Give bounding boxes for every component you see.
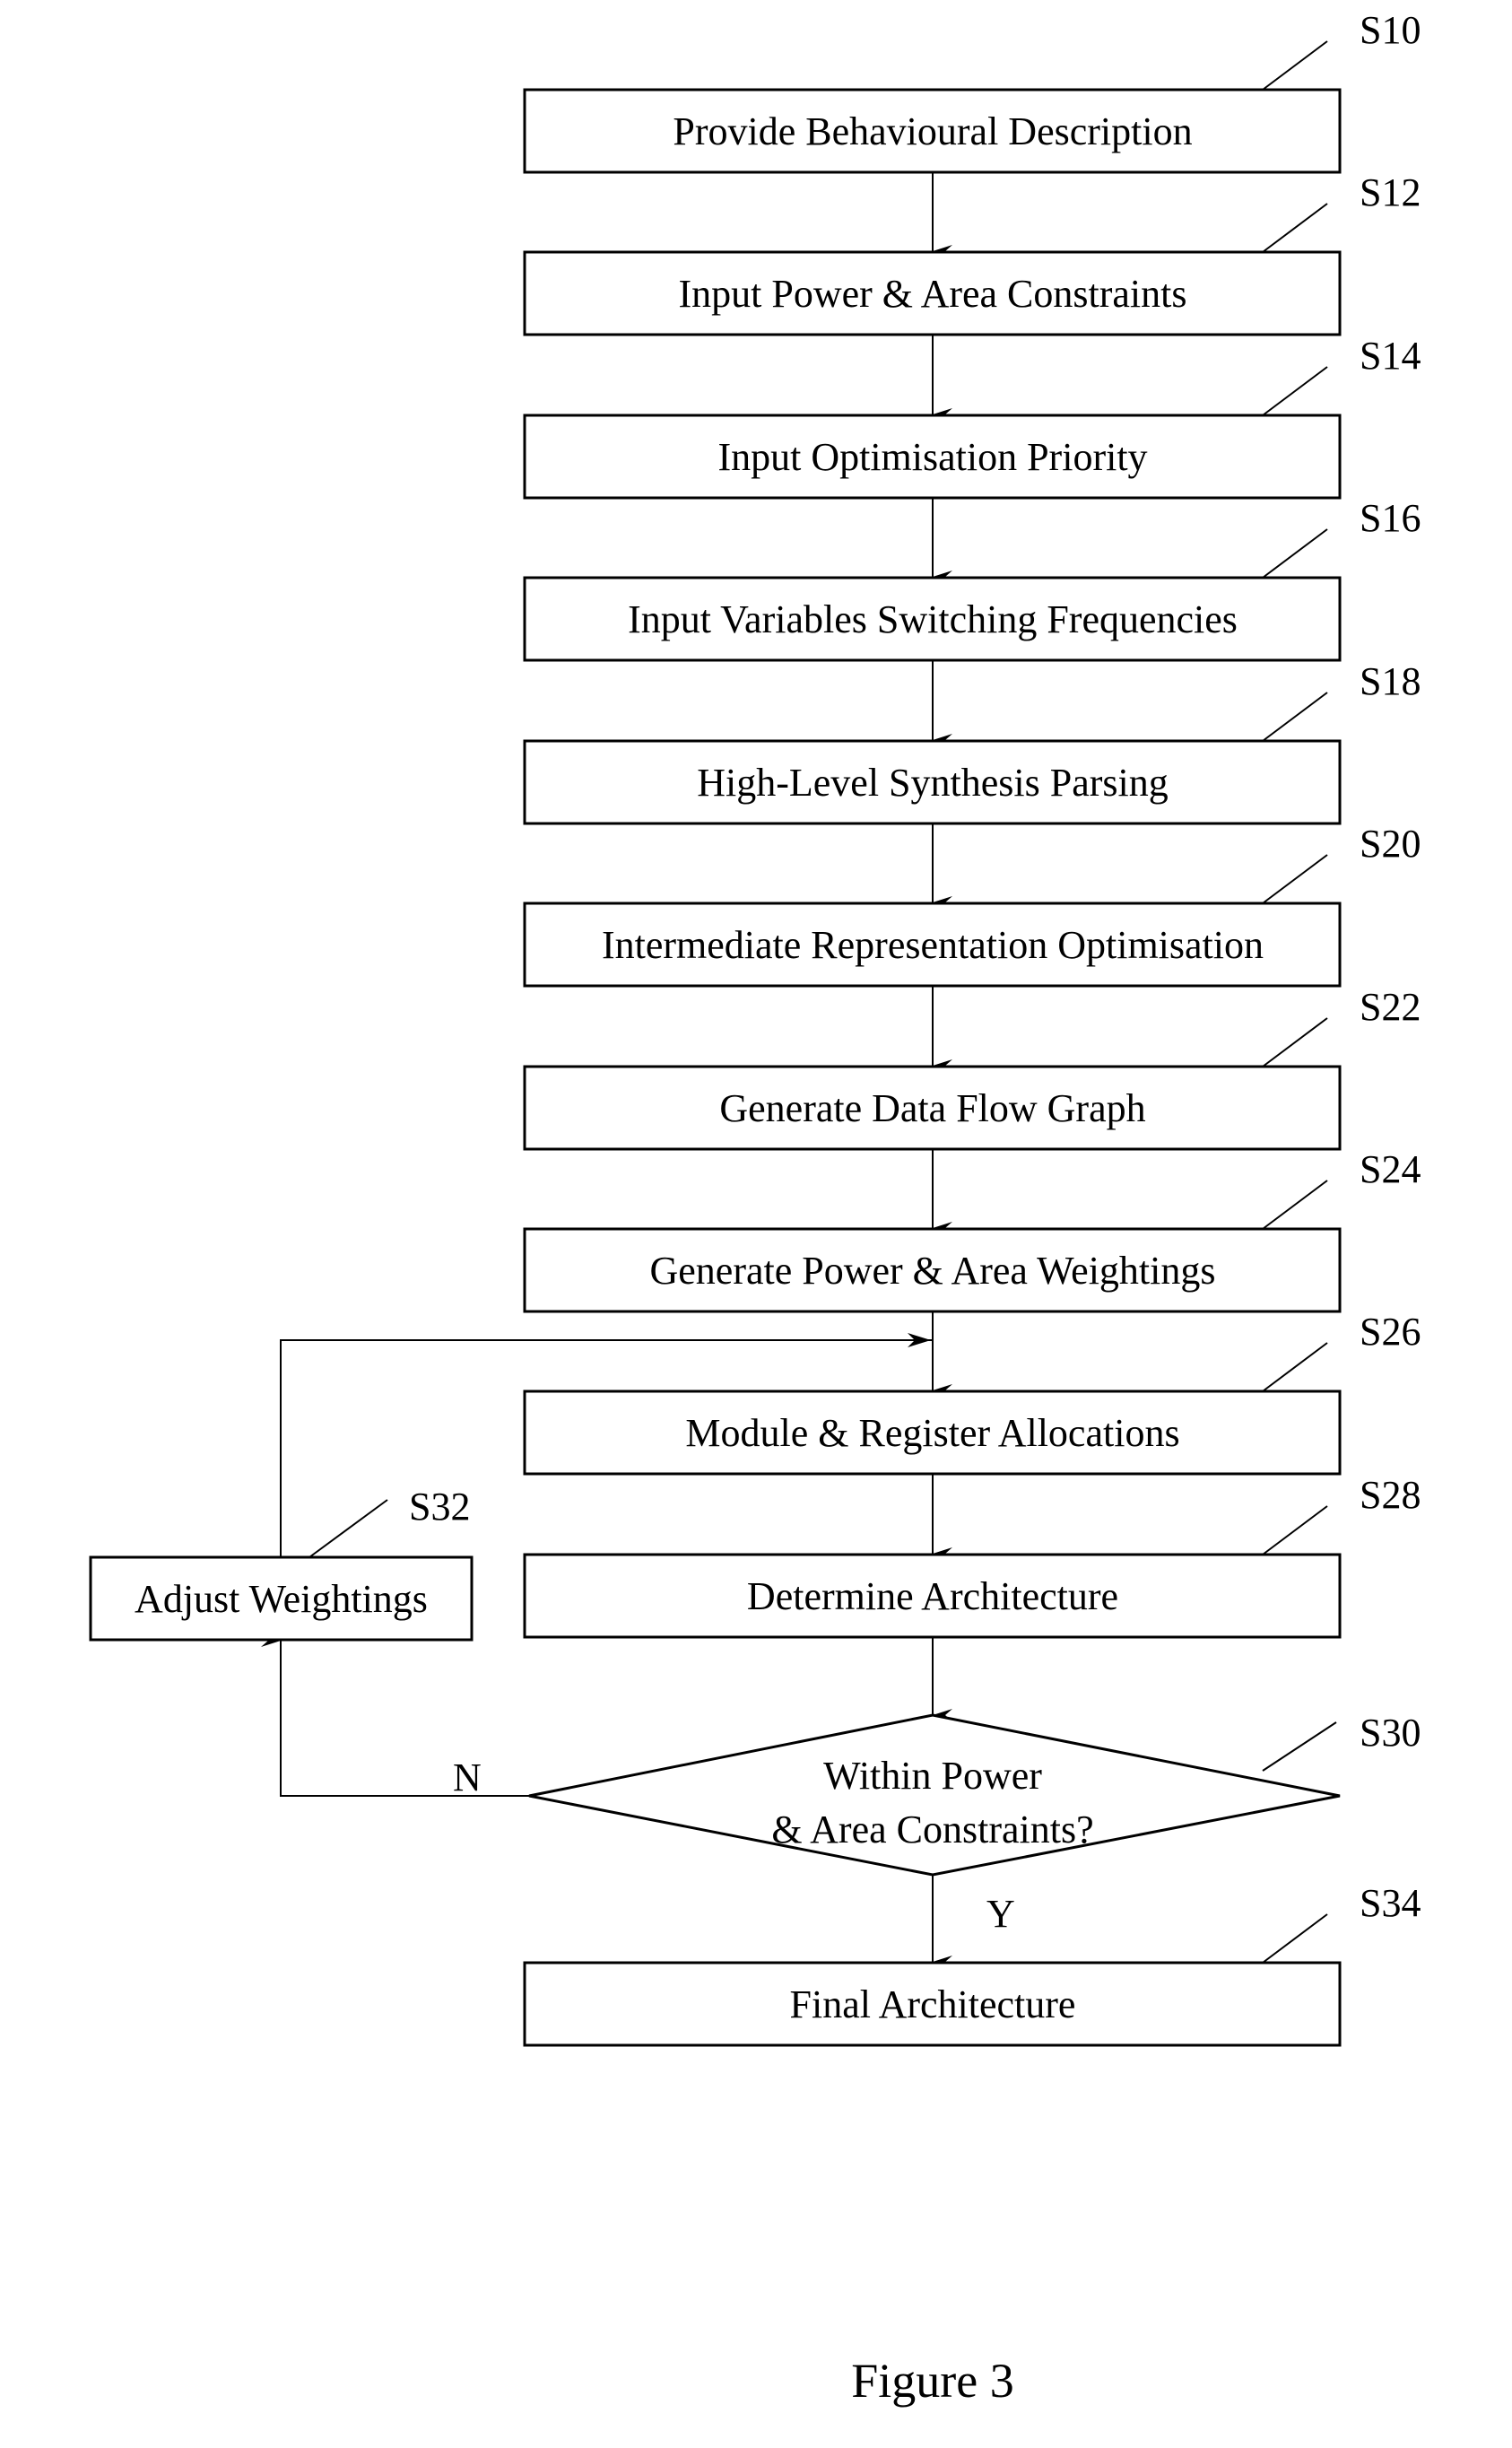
step-ref-label: S26 — [1360, 1310, 1421, 1354]
step-box-s24: Generate Power & Area Weightings S24 — [523, 1147, 1421, 1313]
process-label: Input Optimisation Priority — [717, 435, 1147, 479]
leader-line — [1262, 1505, 1328, 1555]
process-label: Adjust Weightings — [135, 1577, 428, 1621]
decision-label-line1: Within Power — [823, 1754, 1042, 1798]
process-label: Input Variables Switching Frequencies — [628, 597, 1238, 641]
no-label: N — [453, 1755, 482, 1799]
leader-line — [1262, 1342, 1328, 1392]
no-arrow — [261, 1634, 529, 1797]
step-ref-label: S30 — [1360, 1711, 1421, 1755]
step-box-s16: Input Variables Switching Frequencies S16 — [523, 496, 1421, 662]
leader-line — [1262, 366, 1328, 416]
step-box-s20: Intermediate Representation Optimisation… — [523, 822, 1421, 988]
leader-line — [1262, 692, 1328, 742]
leader-line — [1262, 1017, 1328, 1067]
leader-line — [1262, 854, 1328, 904]
step-ref-label: S14 — [1360, 334, 1421, 378]
process-label: Final Architecture — [790, 1982, 1076, 2026]
step-box-s18: High-Level Synthesis Parsing S18 — [523, 659, 1421, 825]
step-box-s34: Final Architecture S34 — [523, 1881, 1421, 2047]
leader-line — [1262, 1180, 1328, 1230]
flowchart: Provide Behavioural Description S10 Input … — [89, 8, 1421, 2408]
step-box-s14: Input Optimisation Priority S14 — [523, 334, 1421, 500]
process-label: Generate Power & Area Weightings — [649, 1249, 1215, 1293]
yes-label: Y — [986, 1892, 1015, 1936]
step-ref-label: S10 — [1360, 8, 1421, 52]
process-label: Input Power & Area Constraints — [678, 272, 1186, 316]
step-box-s12: Input Power & Area Constraints S12 — [523, 170, 1421, 336]
leader-line — [1262, 1721, 1337, 1772]
decision-s30: Within Power & Area Constraints? S30 — [528, 1711, 1421, 1877]
process-label: Module & Register Allocations — [685, 1411, 1179, 1455]
figure-caption: Figure 3 — [851, 2354, 1014, 2408]
step-box-s28: Determine Architecture S28 — [523, 1473, 1421, 1639]
step-ref-label: S24 — [1360, 1147, 1421, 1191]
step-box-s22: Generate Data Flow Graph S22 — [523, 985, 1421, 1151]
step-ref-label: S16 — [1360, 496, 1421, 540]
step-ref-label: S32 — [409, 1485, 470, 1529]
step-ref-label: S22 — [1360, 985, 1421, 1029]
leader-line — [1262, 203, 1328, 253]
leader-line — [1262, 40, 1328, 91]
step-ref-label: S20 — [1360, 822, 1421, 866]
leader-line — [1262, 1913, 1328, 1964]
process-label: Provide Behavioural Description — [673, 109, 1192, 153]
step-ref-label: S28 — [1360, 1473, 1421, 1517]
step-ref-label: S18 — [1360, 659, 1421, 703]
process-label: Generate Data Flow Graph — [719, 1086, 1145, 1130]
step-ref-label: S34 — [1360, 1881, 1421, 1925]
step-ref-label: S12 — [1360, 170, 1421, 214]
step-box-s10: Provide Behavioural Description S10 — [523, 8, 1421, 174]
leader-line — [1262, 528, 1328, 579]
decision-label-line2: & Area Constraints? — [771, 1808, 1093, 1851]
step-box-s26: Module & Register Allocations S26 — [523, 1310, 1421, 1476]
process-label: Intermediate Representation Optimisation — [602, 923, 1264, 967]
leader-line — [308, 1499, 388, 1558]
process-label: Determine Architecture — [747, 1574, 1118, 1618]
process-label: High-Level Synthesis Parsing — [697, 761, 1169, 805]
